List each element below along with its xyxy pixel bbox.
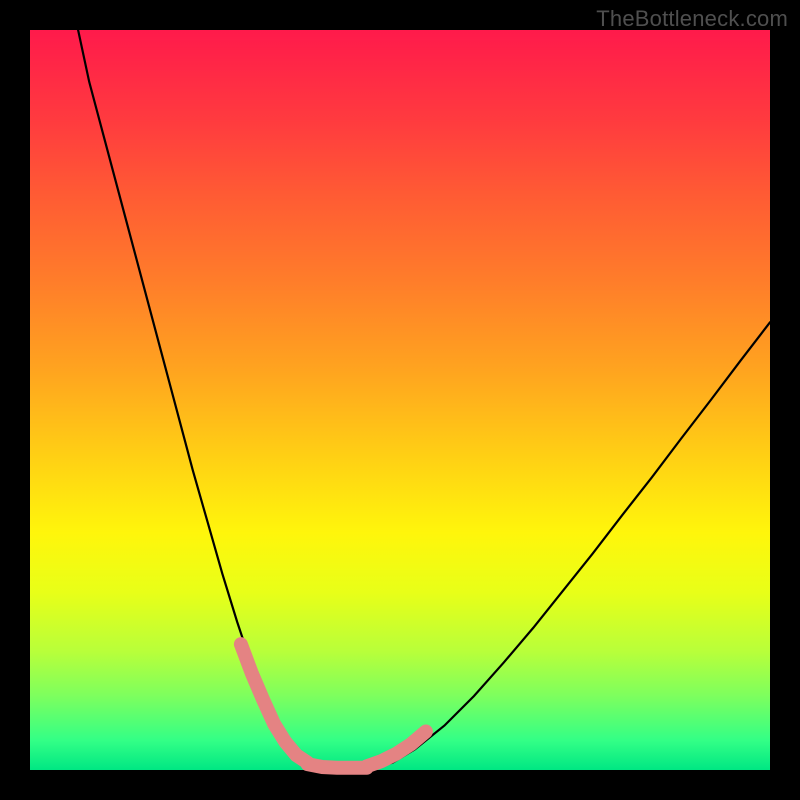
highlight-segment-left [241,644,308,762]
plot-area [30,30,770,770]
curve-svg [30,30,770,770]
watermark-text: TheBottleneck.com [596,6,788,32]
chart-frame: TheBottleneck.com [0,0,800,800]
main-curve [78,30,770,769]
highlight-segment-bottom [308,764,367,768]
